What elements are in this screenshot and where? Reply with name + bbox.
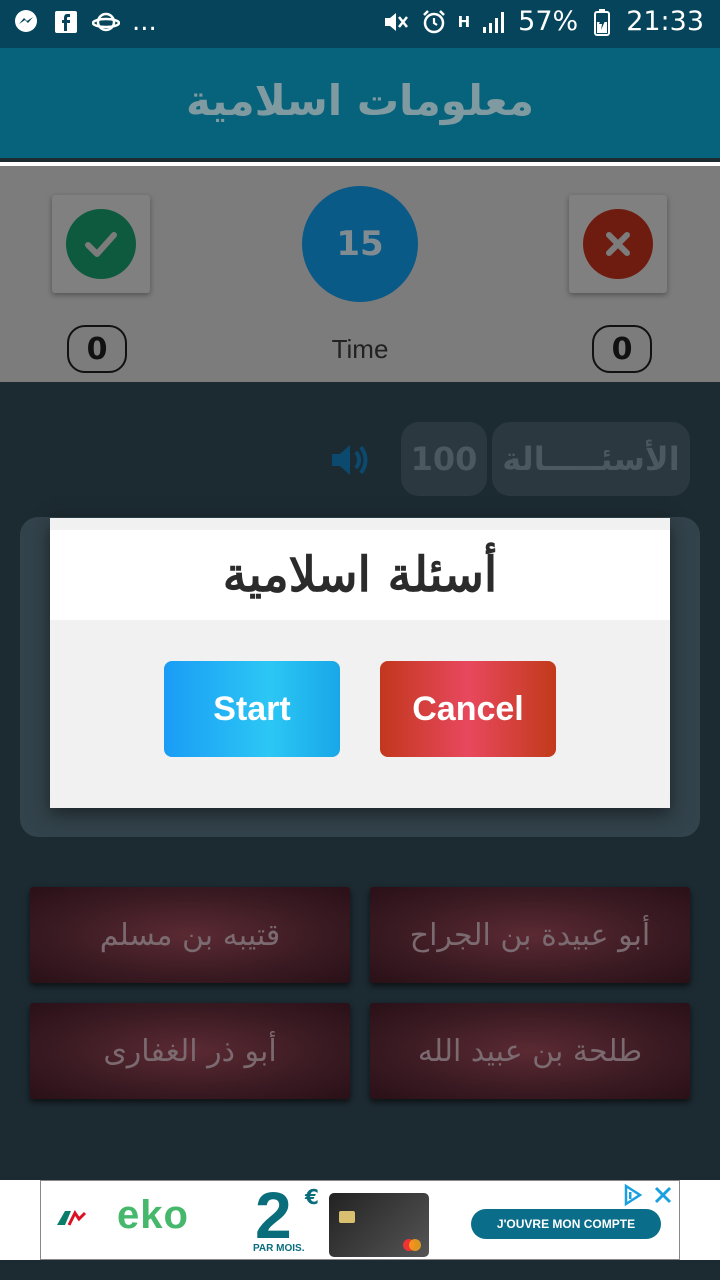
- timer-label: Time: [331, 334, 389, 364]
- answer-option-3[interactable]: طلحة بن عبيد الله: [370, 1003, 690, 1099]
- ad-close-icon[interactable]: [651, 1183, 675, 1211]
- ad-cta-button[interactable]: J'OUVRE MON COMPTE: [471, 1209, 661, 1239]
- answer-option-4[interactable]: أبو ذر الغفارى: [30, 1003, 350, 1099]
- wrong-count: 0: [592, 325, 652, 373]
- notification-overflow: ...: [132, 7, 157, 37]
- ad-banner[interactable]: eko 2 € PAR MOIS. J'OUVRE MON COMPTE: [40, 1180, 680, 1260]
- dialog-title: أسئلة اسلامية: [50, 530, 670, 620]
- battery-percent: 57%: [518, 6, 579, 37]
- clock: 21:33: [626, 6, 704, 37]
- questions-label: الأسئـــــالة: [492, 422, 690, 496]
- app-title: معلومات اسلامية: [186, 76, 534, 125]
- cancel-button[interactable]: Cancel: [380, 661, 556, 757]
- ad-price-currency: €: [305, 1185, 319, 1209]
- network-type: H: [457, 12, 471, 31]
- mute-icon: [382, 8, 410, 36]
- answer-option-2[interactable]: قتيبه بن مسلم: [30, 887, 350, 983]
- bottom-strip: [0, 1260, 720, 1280]
- close-icon: [583, 209, 653, 279]
- score-bar: 0 15 Time 0: [0, 166, 720, 382]
- ad-price-period: PAR MOIS.: [253, 1243, 305, 1254]
- planet-browser-icon: [92, 8, 120, 36]
- speaker-icon[interactable]: [326, 436, 374, 484]
- messenger-icon: [12, 8, 40, 36]
- alarm-icon: [420, 8, 448, 36]
- correct-answers-card: [52, 195, 150, 293]
- signal-icon: [480, 8, 508, 36]
- battery-charging-icon: [588, 8, 616, 36]
- wrong-answers-card: [569, 195, 667, 293]
- bank-card-image: [329, 1193, 429, 1257]
- timer-circle: 15: [302, 186, 418, 302]
- facebook-icon: [52, 8, 80, 36]
- answer-option-1[interactable]: أبو عبيدة بن الجراح: [370, 887, 690, 983]
- correct-count: 0: [67, 325, 127, 373]
- question-count: 100: [401, 422, 487, 496]
- app-bar: معلومات اسلامية: [0, 48, 720, 162]
- status-bar: ... H 57% 21:33: [0, 0, 720, 48]
- ad-brand: eko: [117, 1193, 189, 1237]
- adchoices-icon[interactable]: [621, 1183, 645, 1211]
- check-icon: [66, 209, 136, 279]
- start-button[interactable]: Start: [164, 661, 340, 757]
- start-dialog: أسئلة اسلامية Start Cancel: [50, 518, 670, 808]
- bank-logo-icon: [55, 1207, 87, 1235]
